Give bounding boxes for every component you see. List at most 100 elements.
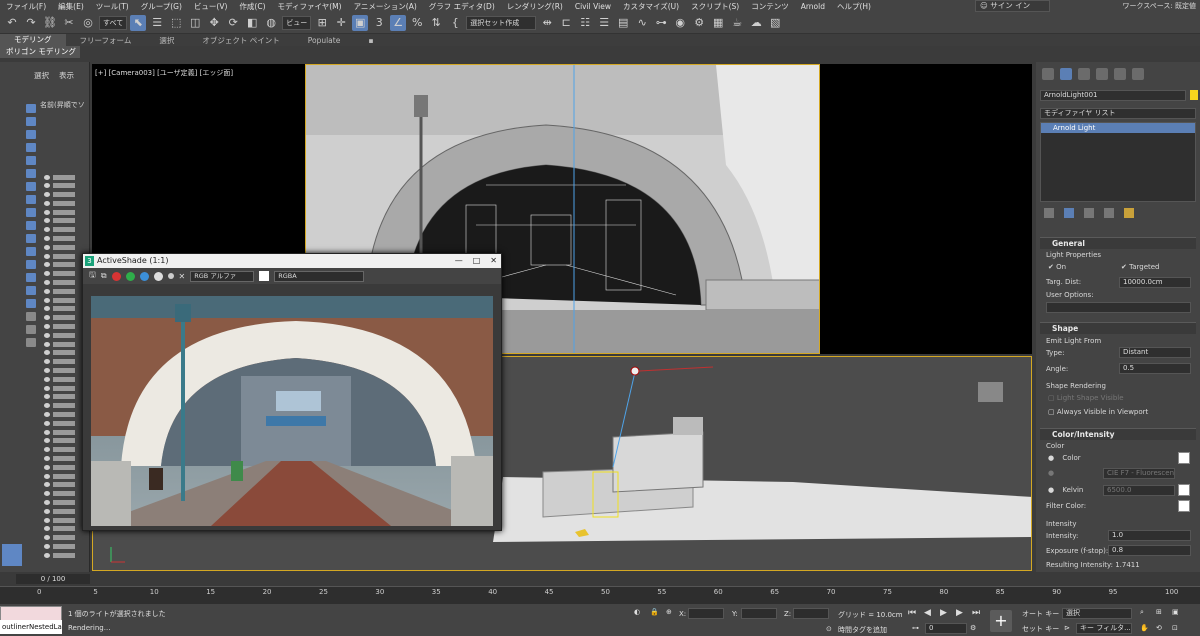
schematic-view-icon[interactable]: ⊶: [653, 15, 669, 31]
list-item[interactable]: [44, 482, 84, 488]
list-item[interactable]: [44, 526, 84, 532]
find-icon[interactable]: [26, 312, 36, 321]
menu-item[interactable]: アニメーション(A): [348, 1, 423, 12]
list-item[interactable]: [44, 412, 84, 418]
tab-selection[interactable]: 選択: [145, 35, 188, 46]
percent-snap-icon[interactable]: %: [409, 15, 425, 31]
list-item[interactable]: [44, 368, 84, 374]
list-item[interactable]: [44, 218, 84, 224]
pivot-icon[interactable]: ⊞: [314, 15, 330, 31]
kelvin-swatch[interactable]: [1178, 484, 1190, 496]
ribbon-options-icon[interactable]: ▪: [354, 36, 387, 45]
list-item[interactable]: [44, 227, 84, 233]
copy-image-icon[interactable]: ⧉: [101, 271, 107, 281]
select-manipulate-icon[interactable]: ✛: [333, 15, 349, 31]
previous-frame-icon[interactable]: ◀: [924, 608, 931, 618]
show-end-result-icon[interactable]: [1064, 208, 1074, 218]
type-dropdown[interactable]: Distant: [1119, 347, 1191, 358]
menu-item[interactable]: ビュー(V): [188, 1, 233, 12]
list-item[interactable]: [44, 420, 84, 426]
list-item[interactable]: [44, 271, 84, 277]
explorer-tab-display[interactable]: 表示: [59, 70, 74, 81]
list-item[interactable]: [44, 429, 84, 435]
menu-item[interactable]: ヘルプ(H): [831, 1, 877, 12]
activeshade-titlebar[interactable]: 3 ActiveShade (1:1) — □ ✕: [83, 254, 501, 268]
rect-region-icon[interactable]: ⬚: [168, 15, 184, 31]
time-slider[interactable]: 0 / 100: [16, 574, 90, 584]
list-item[interactable]: [44, 192, 84, 198]
redo-icon[interactable]: ↷: [23, 15, 39, 31]
list-item[interactable]: [44, 508, 84, 514]
rotate-icon[interactable]: ⟳: [225, 15, 241, 31]
list-item[interactable]: [44, 535, 84, 541]
menu-item[interactable]: グループ(G): [135, 1, 188, 12]
always-visible-checkbox[interactable]: ▢ Always Visible in Viewport: [1048, 408, 1148, 416]
list-item[interactable]: [44, 359, 84, 365]
filter-geometry-icon[interactable]: [26, 104, 36, 113]
kelvin-spinner[interactable]: 6500.0: [1103, 485, 1175, 496]
z-coordinate-field[interactable]: [793, 608, 829, 619]
key-mode-icon[interactable]: ⊶: [912, 624, 919, 632]
filter-xref-icon[interactable]: [26, 195, 36, 204]
list-item[interactable]: [44, 183, 84, 189]
motion-tab-icon[interactable]: [1096, 68, 1108, 80]
spinner-snap-icon[interactable]: ⇅: [428, 15, 444, 31]
mono-channel-toggle[interactable]: [167, 273, 174, 279]
list-item[interactable]: [44, 438, 84, 444]
list-item[interactable]: [44, 499, 84, 505]
light-shape-visible-checkbox[interactable]: ▢ Light Shape Visible: [1048, 394, 1124, 402]
ribbon-panel-polygon-modeling[interactable]: ポリゴン モデリング: [0, 46, 80, 58]
selection-set-dropdown[interactable]: 選択セット作成: [466, 15, 537, 30]
list-item[interactable]: [44, 324, 84, 330]
modifier-list-dropdown[interactable]: モディファイヤ リスト: [1040, 108, 1196, 119]
background-color-swatch[interactable]: [259, 271, 270, 281]
link-icon[interactable]: ⛓: [42, 15, 58, 31]
color-swatch[interactable]: [1178, 452, 1190, 464]
preset-dropdown[interactable]: CIE F7 - Fluorescent D65: [1103, 468, 1175, 479]
rollout-general[interactable]: General: [1040, 237, 1196, 249]
pin-stack-icon[interactable]: [1044, 208, 1054, 218]
track-bar[interactable]: [0, 586, 1200, 604]
tab-populate[interactable]: Populate: [294, 36, 355, 45]
list-item[interactable]: [44, 350, 84, 356]
list-item[interactable]: [44, 253, 84, 259]
selection-filter-dropdown[interactable]: すべて: [99, 15, 128, 30]
menu-item[interactable]: カスタマイズ(U): [617, 1, 685, 12]
filter-light-icon[interactable]: [26, 130, 36, 139]
user-options-field[interactable]: [1046, 302, 1191, 313]
explorer-name-column-header[interactable]: 名前(昇順でソ: [40, 100, 85, 110]
time-slider-track[interactable]: [0, 572, 1200, 586]
undo-icon[interactable]: ↶: [4, 15, 20, 31]
transform-mode-icon[interactable]: ⊕: [666, 608, 672, 616]
filter-helper-icon[interactable]: [26, 156, 36, 165]
go-to-end-icon[interactable]: ⏭: [972, 608, 980, 618]
object-name-field[interactable]: ArnoldLight001: [1040, 90, 1186, 101]
display-tab-icon[interactable]: [1114, 68, 1126, 80]
angle-spinner[interactable]: 0.5: [1119, 363, 1191, 374]
red-channel-toggle[interactable]: [111, 271, 121, 281]
selection-lock-icon[interactable]: 🔒: [650, 608, 659, 616]
filter-all-icon[interactable]: [26, 260, 36, 269]
filter-color-swatch[interactable]: [1178, 500, 1190, 512]
color-radio[interactable]: ● Color: [1048, 454, 1081, 462]
display-mode-dropdown[interactable]: RGBA: [274, 270, 365, 282]
align-icon[interactable]: ⊏: [558, 15, 574, 31]
maxscript-input[interactable]: outlinerNestedLa: [0, 620, 62, 634]
auto-key-button[interactable]: オート キー: [1022, 609, 1059, 619]
move-icon[interactable]: ✥: [206, 15, 222, 31]
time-config-icon[interactable]: ⚙: [970, 624, 976, 632]
snap-3d-icon[interactable]: 3: [371, 15, 387, 31]
list-item[interactable]: [44, 174, 84, 180]
hierarchy-tab-icon[interactable]: [1078, 68, 1090, 80]
window-crossing-icon[interactable]: ◫: [187, 15, 203, 31]
list-item[interactable]: [44, 517, 84, 523]
menu-item[interactable]: グラフ エディタ(D): [423, 1, 501, 12]
menu-item[interactable]: 編集(E): [52, 1, 90, 12]
viewport-label[interactable]: [+] [Camera003] [ユーザ定義] [エッジ面]: [95, 68, 233, 78]
select-by-name-icon[interactable]: ☰: [149, 15, 165, 31]
key-filters-button[interactable]: キー フィルタ...: [1076, 623, 1132, 634]
filter-frozen-icon[interactable]: [26, 234, 36, 243]
menu-item[interactable]: モディファイヤ(M): [272, 1, 348, 12]
render-production-icon[interactable]: ☕: [729, 15, 745, 31]
kelvin-radio[interactable]: ● Kelvin: [1048, 486, 1083, 494]
